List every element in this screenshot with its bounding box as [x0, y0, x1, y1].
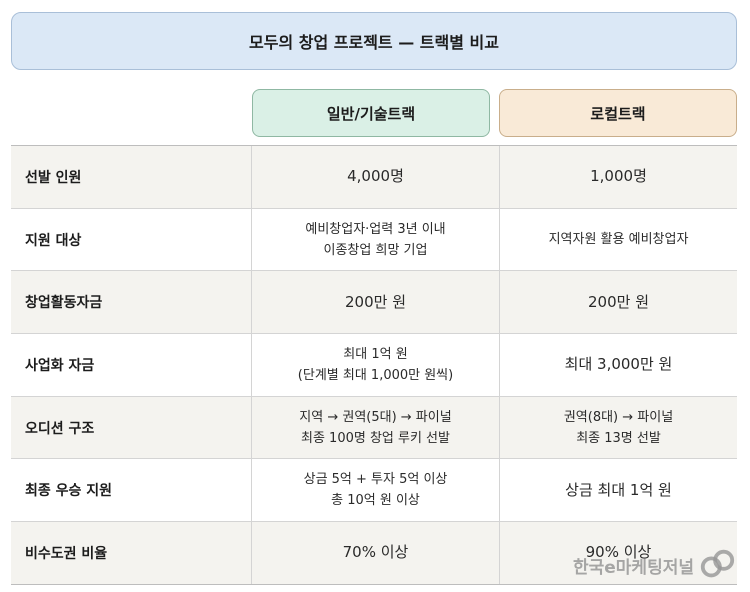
cell-text: 200만 원	[588, 292, 649, 311]
cell-text: 200만 원	[345, 292, 406, 311]
table-row: 최종 우승 지원 상금 5억 + 투자 5억 이상 총 10억 원 이상 상금 최대 …	[11, 459, 737, 523]
row-label: 창업활동자금	[11, 271, 252, 334]
table-row: 선발 인원 4,000명 1,000명	[11, 146, 737, 209]
track-header-local: 로컬트랙	[499, 89, 737, 137]
cell-local: 상금 최대 1억 원	[500, 459, 737, 521]
cell-text: 1,000명	[590, 167, 647, 186]
cell-text: (단계별 최대 1,000만 원씩)	[297, 367, 454, 383]
track-header-general: 일반/기술트랙	[252, 89, 490, 137]
cell-general: 4,000명	[252, 146, 500, 208]
cell-text: 총 10억 원 이상	[331, 493, 420, 509]
row-label: 지원 대상	[11, 208, 252, 271]
cell-local: 지역자원 활용 예비창업자	[500, 209, 737, 271]
page-title: 모두의 창업 프로젝트 — 트랙별 비교	[11, 12, 737, 70]
cell-local: 권역(8대) → 파이널최종 13명 선발	[500, 397, 737, 459]
cell-local: 1,000명	[500, 146, 737, 208]
cell-text: 상금 최대 1억 원	[565, 480, 672, 499]
comparison-page: 모두의 창업 프로젝트 — 트랙별 비교 일반/기술트랙 로컬트랙 선발 인원 4…	[0, 0, 750, 592]
table-row: 지원 대상 예비창업자·업력 3년 이내 이종창업 희망 기업 지역자원 활용 예비창…	[11, 208, 737, 272]
cell-text: 지역 → 권역(5대) → 파이널	[299, 409, 452, 425]
row-label: 최종 우승 지원	[11, 459, 252, 522]
cell-general: 상금 5억 + 투자 5억 이상총 10억 원 이상	[252, 459, 500, 522]
cell-general: 최대 1억 원 (단계별 최대 1,000만 원씩)	[252, 334, 500, 396]
cell-text: 지역자원 활용 예비창업자	[548, 232, 689, 248]
cell-local: 최대 3,000만 원	[500, 334, 737, 396]
watermark-logo-icon	[700, 549, 735, 578]
row-label: 사업화 자금	[11, 334, 252, 396]
row-label: 선발 인원	[11, 146, 252, 208]
cell-text: 상금 5억 + 투자 5억 이상	[303, 472, 448, 488]
cell-text: 예비창업자·업력 3년 이내	[305, 221, 446, 237]
table-row: 사업화 자금 최대 1억 원 (단계별 최대 1,000만 원씩) 최대 3,000만…	[11, 334, 737, 397]
row-label: 비수도권 비율	[11, 522, 252, 584]
cell-general: 200만 원	[252, 271, 500, 334]
row-label: 오디션 구조	[11, 396, 252, 459]
cell-text: 최종 13명 선발	[576, 430, 661, 446]
cell-text: 최종 100명 창업 루키 선발	[301, 430, 450, 446]
cell-text: 권역(8대) → 파이널	[563, 409, 674, 425]
cell-text: 4,000명	[347, 167, 404, 186]
cell-text: 최대 3,000만 원	[564, 355, 673, 374]
cell-general: 예비창업자·업력 3년 이내이종창업 희망 기업	[252, 208, 500, 271]
cell-text: 이종창업 희망 기업	[323, 242, 428, 258]
table-row: 오디션 구조 지역 → 권역(5대) → 파이널 최종 100명 창업 루키 선발 권…	[11, 396, 737, 460]
cell-text: 70% 이상	[342, 543, 409, 562]
cell-general: 70% 이상	[252, 522, 500, 584]
cell-general: 지역 → 권역(5대) → 파이널최종 100명 창업 루키 선발	[252, 396, 500, 459]
comparison-table: 선발 인원 4,000명 1,000명 지원 대상 예비창업자·업력 3년 이내 이종창업…	[11, 145, 737, 585]
watermark-text: 한국e마케팅저널	[572, 557, 694, 578]
table-row: 창업활동자금 200만 원 200만 원	[11, 271, 737, 335]
cell-local: 200만 원	[500, 271, 737, 333]
cell-text: 최대 1억 원	[343, 346, 408, 362]
watermark: 한국e마케팅저널	[573, 546, 736, 584]
